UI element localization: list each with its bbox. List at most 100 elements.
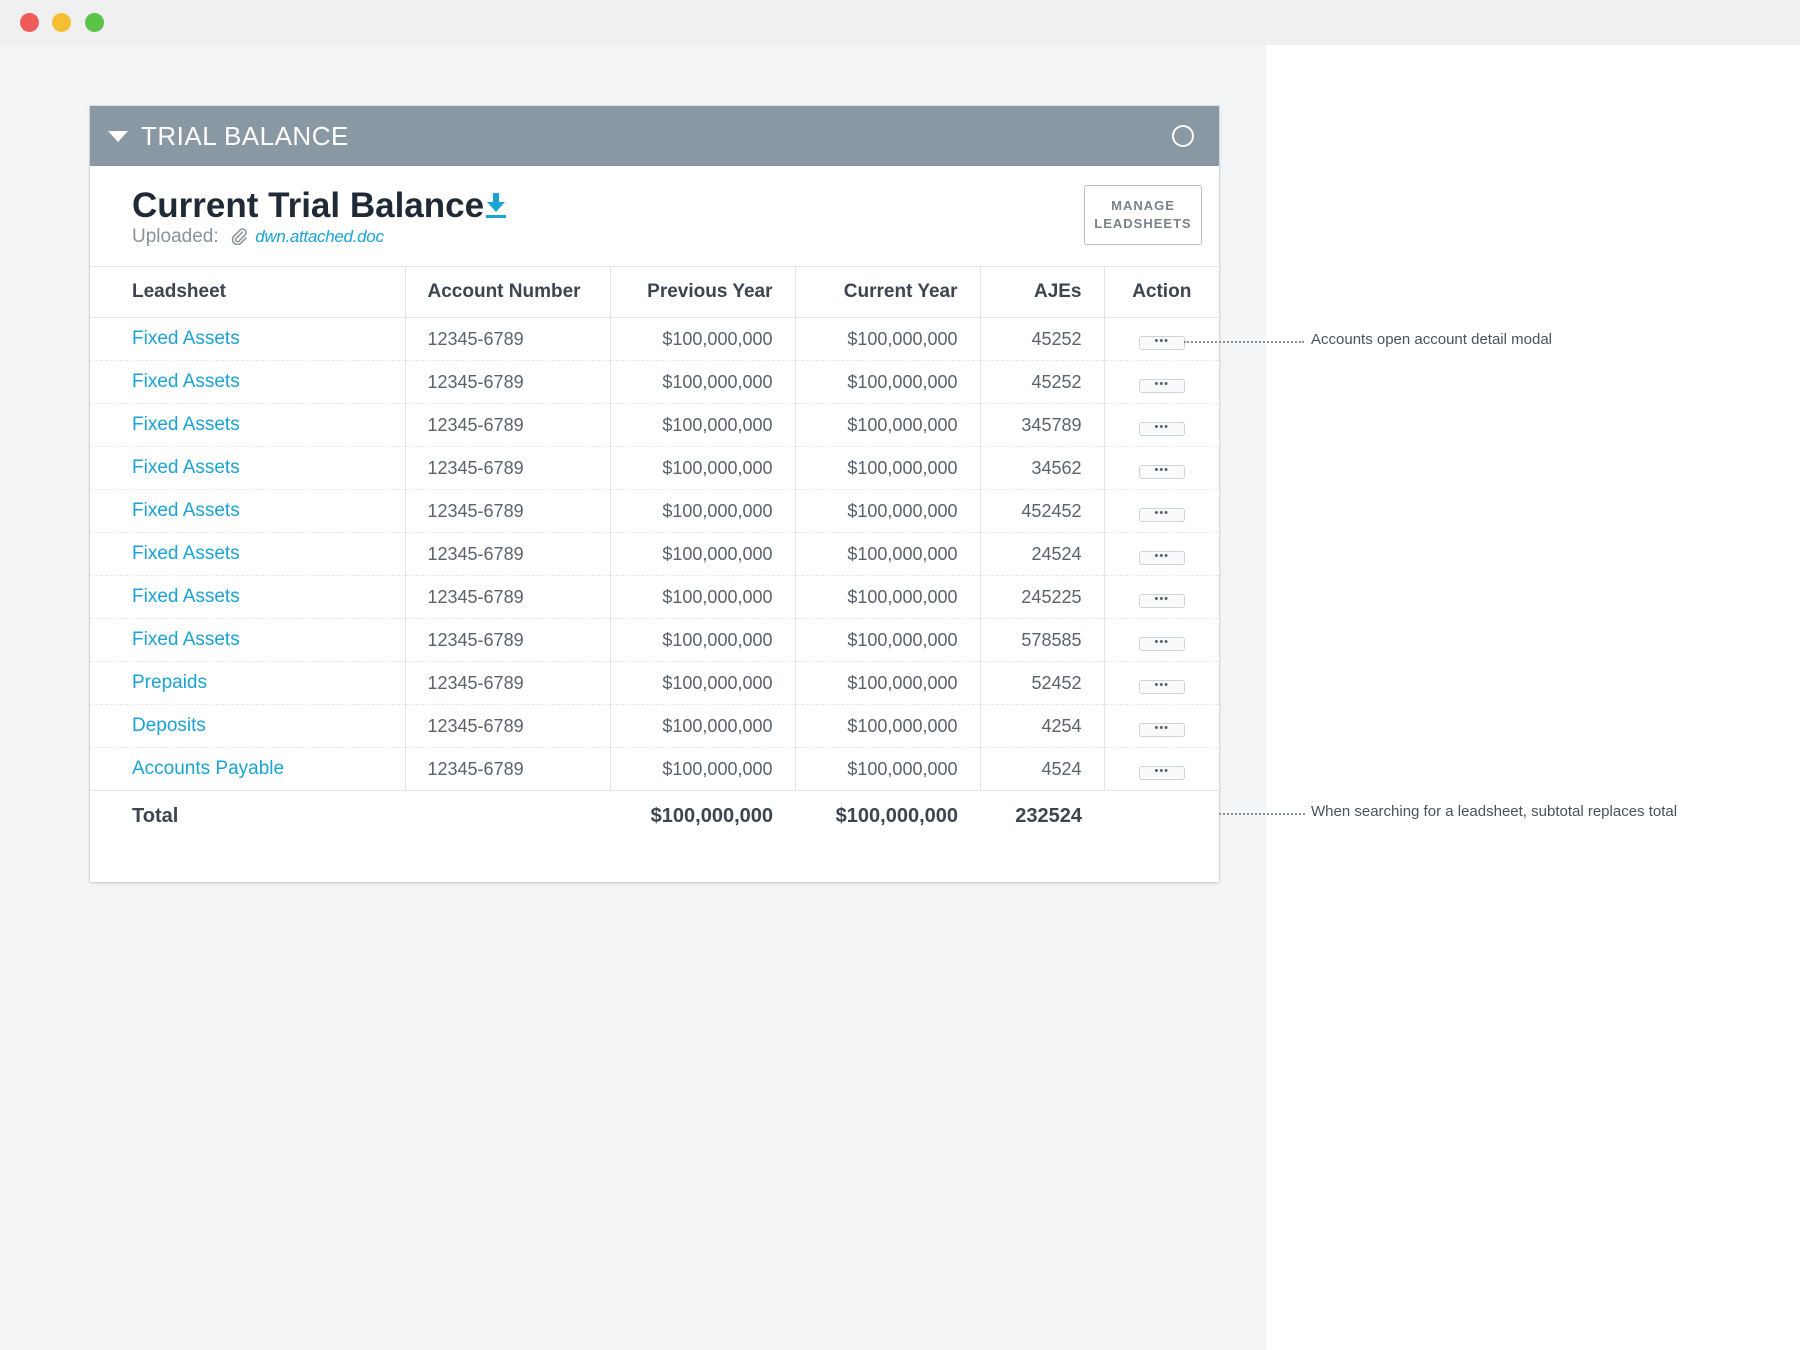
action-cell: ••• xyxy=(1104,704,1219,748)
action-cell: ••• xyxy=(1104,446,1219,490)
current-year-cell: $100,000,000 xyxy=(795,661,981,705)
manage-button-label: MANAGE LEADSHEETS xyxy=(1094,197,1191,233)
uploaded-file-link[interactable]: dwn.attached.doc xyxy=(255,227,384,246)
current-year-cell: $100,000,000 xyxy=(795,360,981,404)
previous-year-cell: $100,000,000 xyxy=(610,489,796,533)
accounts-note-leader xyxy=(1184,341,1304,343)
account-number-cell: 12345-6789 xyxy=(405,747,611,791)
table-row[interactable]: Fixed Assets 12345-6789 $100,000,000 $100,0… xyxy=(90,446,1219,490)
ajes-cell: 34562 xyxy=(980,446,1105,490)
more-actions-button[interactable]: ••• xyxy=(1138,766,1185,780)
ajes-cell: 4254 xyxy=(980,704,1105,748)
previous-year-cell: $100,000,000 xyxy=(610,704,796,748)
action-cell: ••• xyxy=(1104,532,1219,576)
panel-header-title: TRIAL BALANCE xyxy=(141,121,349,151)
table-row[interactable]: Fixed Assets 12345-6789 $100,000,000 $100,0… xyxy=(90,575,1219,619)
ajes-cell: 24524 xyxy=(980,532,1105,576)
previous-year-cell: $100,000,000 xyxy=(610,747,796,791)
table-row[interactable]: Prepaids 12345-6789 $100,000,000 $100,000,0… xyxy=(90,661,1219,705)
leadsheet-link[interactable]: Accounts Payable xyxy=(90,747,406,791)
account-number-cell: 12345-6789 xyxy=(405,532,611,576)
column-header-action: Action xyxy=(1104,266,1219,318)
total-action-cell xyxy=(1104,791,1219,842)
manage-leadsheets-button[interactable]: MANAGE LEADSHEETS xyxy=(1084,185,1202,245)
leadsheet-link[interactable]: Fixed Assets xyxy=(90,446,406,490)
current-year-cell: $100,000,000 xyxy=(795,317,981,361)
column-header-account-number[interactable]: Account Number xyxy=(405,266,611,318)
trial-balance-table: Leadsheet Account Number Previous Year C… xyxy=(90,266,1219,841)
ajes-cell: 578585 xyxy=(980,618,1105,662)
leadsheet-link[interactable]: Deposits xyxy=(90,704,406,748)
title-row: Current Trial Balance Uploaded: dwn.atta… xyxy=(90,166,1219,266)
more-actions-button[interactable]: ••• xyxy=(1138,680,1185,694)
current-year-cell: $100,000,000 xyxy=(795,618,981,662)
table-row[interactable]: Accounts Payable 12345-6789 $100,000,000 $1… xyxy=(90,747,1219,791)
previous-year-cell: $100,000,000 xyxy=(610,360,796,404)
trial-balance-panel: TRIAL BALANCE Current Trial Balance Uplo… xyxy=(90,106,1219,882)
table-row[interactable]: Fixed Assets 12345-6789 $100,000,000 $100,0… xyxy=(90,532,1219,576)
total-account-cell xyxy=(405,791,610,842)
more-actions-button[interactable]: ••• xyxy=(1138,508,1185,522)
total-ajes: 232524 xyxy=(1015,804,1082,827)
caret-down-icon[interactable] xyxy=(108,131,128,142)
table-row[interactable]: Deposits 12345-6789 $100,000,000 $100,000,0… xyxy=(90,704,1219,748)
more-actions-button[interactable]: ••• xyxy=(1138,637,1185,651)
more-actions-button[interactable]: ••• xyxy=(1138,336,1185,350)
table-row[interactable]: Fixed Assets 12345-6789 $100,000,000 $100,0… xyxy=(90,618,1219,662)
table-row[interactable]: Fixed Assets 12345-6789 $100,000,000 $100,0… xyxy=(90,317,1219,361)
ajes-cell: 52452 xyxy=(980,661,1105,705)
leadsheet-link[interactable]: Fixed Assets xyxy=(90,360,406,404)
manage-button-line1: MANAGE xyxy=(1111,198,1175,213)
ajes-cell: 452452 xyxy=(980,489,1105,533)
ajes-cell: 245225 xyxy=(980,575,1105,619)
leadsheet-link[interactable]: Fixed Assets xyxy=(90,403,406,447)
total-current-year: $100,000,000 xyxy=(835,804,958,827)
previous-year-cell: $100,000,000 xyxy=(610,532,796,576)
more-actions-button[interactable]: ••• xyxy=(1138,379,1185,393)
leadsheet-link[interactable]: Fixed Assets xyxy=(90,317,406,361)
more-actions-button[interactable]: ••• xyxy=(1138,465,1185,479)
panel-header[interactable]: TRIAL BALANCE xyxy=(90,106,1219,166)
current-year-cell: $100,000,000 xyxy=(795,446,981,490)
annotation-pane xyxy=(1266,45,1800,1350)
current-year-cell: $100,000,000 xyxy=(795,747,981,791)
table-row[interactable]: Fixed Assets 12345-6789 $100,000,000 $100,0… xyxy=(90,489,1219,533)
table-header-row: Leadsheet Account Number Previous Year C… xyxy=(90,266,1219,318)
account-number-cell: 12345-6789 xyxy=(405,489,611,533)
column-header-leadsheet[interactable]: Leadsheet xyxy=(90,266,406,318)
circle-icon[interactable] xyxy=(1172,125,1194,147)
more-actions-button[interactable]: ••• xyxy=(1138,594,1185,608)
window-titlebar xyxy=(0,0,1800,45)
current-year-cell: $100,000,000 xyxy=(795,489,981,533)
previous-year-cell: $100,000,000 xyxy=(610,446,796,490)
total-row: Total $100,000,000 $100,000,000 232524 xyxy=(90,791,1219,842)
more-actions-button[interactable]: ••• xyxy=(1138,723,1185,737)
column-header-current-year[interactable]: Current Year xyxy=(795,266,981,318)
more-actions-button[interactable]: ••• xyxy=(1138,551,1185,565)
account-number-cell: 12345-6789 xyxy=(405,661,611,705)
table-row[interactable]: Fixed Assets 12345-6789 $100,000,000 $100,0… xyxy=(90,360,1219,404)
previous-year-cell: $100,000,000 xyxy=(610,618,796,662)
more-actions-button[interactable]: ••• xyxy=(1138,422,1185,436)
current-year-cell: $100,000,000 xyxy=(795,575,981,619)
window-minimize-button[interactable] xyxy=(52,13,71,32)
account-number-cell: 12345-6789 xyxy=(405,446,611,490)
subtotal-note: When searching for a leadsheet, subtotal… xyxy=(1311,803,1678,820)
ajes-cell: 4524 xyxy=(980,747,1105,791)
current-year-cell: $100,000,000 xyxy=(795,704,981,748)
uploaded-info: Uploaded: dwn.attached.doc xyxy=(132,226,384,248)
window-maximize-button[interactable] xyxy=(85,13,104,32)
window-close-button[interactable] xyxy=(20,13,39,32)
previous-year-cell: $100,000,000 xyxy=(610,575,796,619)
leadsheet-link[interactable]: Fixed Assets xyxy=(90,489,406,533)
table-row[interactable]: Fixed Assets 12345-6789 $100,000,000 $100,0… xyxy=(90,403,1219,447)
download-icon[interactable] xyxy=(484,191,508,219)
previous-year-cell: $100,000,000 xyxy=(610,661,796,705)
column-header-ajes[interactable]: AJEs xyxy=(980,266,1105,318)
action-cell: ••• xyxy=(1104,618,1219,662)
column-header-previous-year[interactable]: Previous Year xyxy=(610,266,796,318)
leadsheet-link[interactable]: Fixed Assets xyxy=(90,575,406,619)
leadsheet-link[interactable]: Fixed Assets xyxy=(90,618,406,662)
leadsheet-link[interactable]: Fixed Assets xyxy=(90,532,406,576)
leadsheet-link[interactable]: Prepaids xyxy=(90,661,406,705)
